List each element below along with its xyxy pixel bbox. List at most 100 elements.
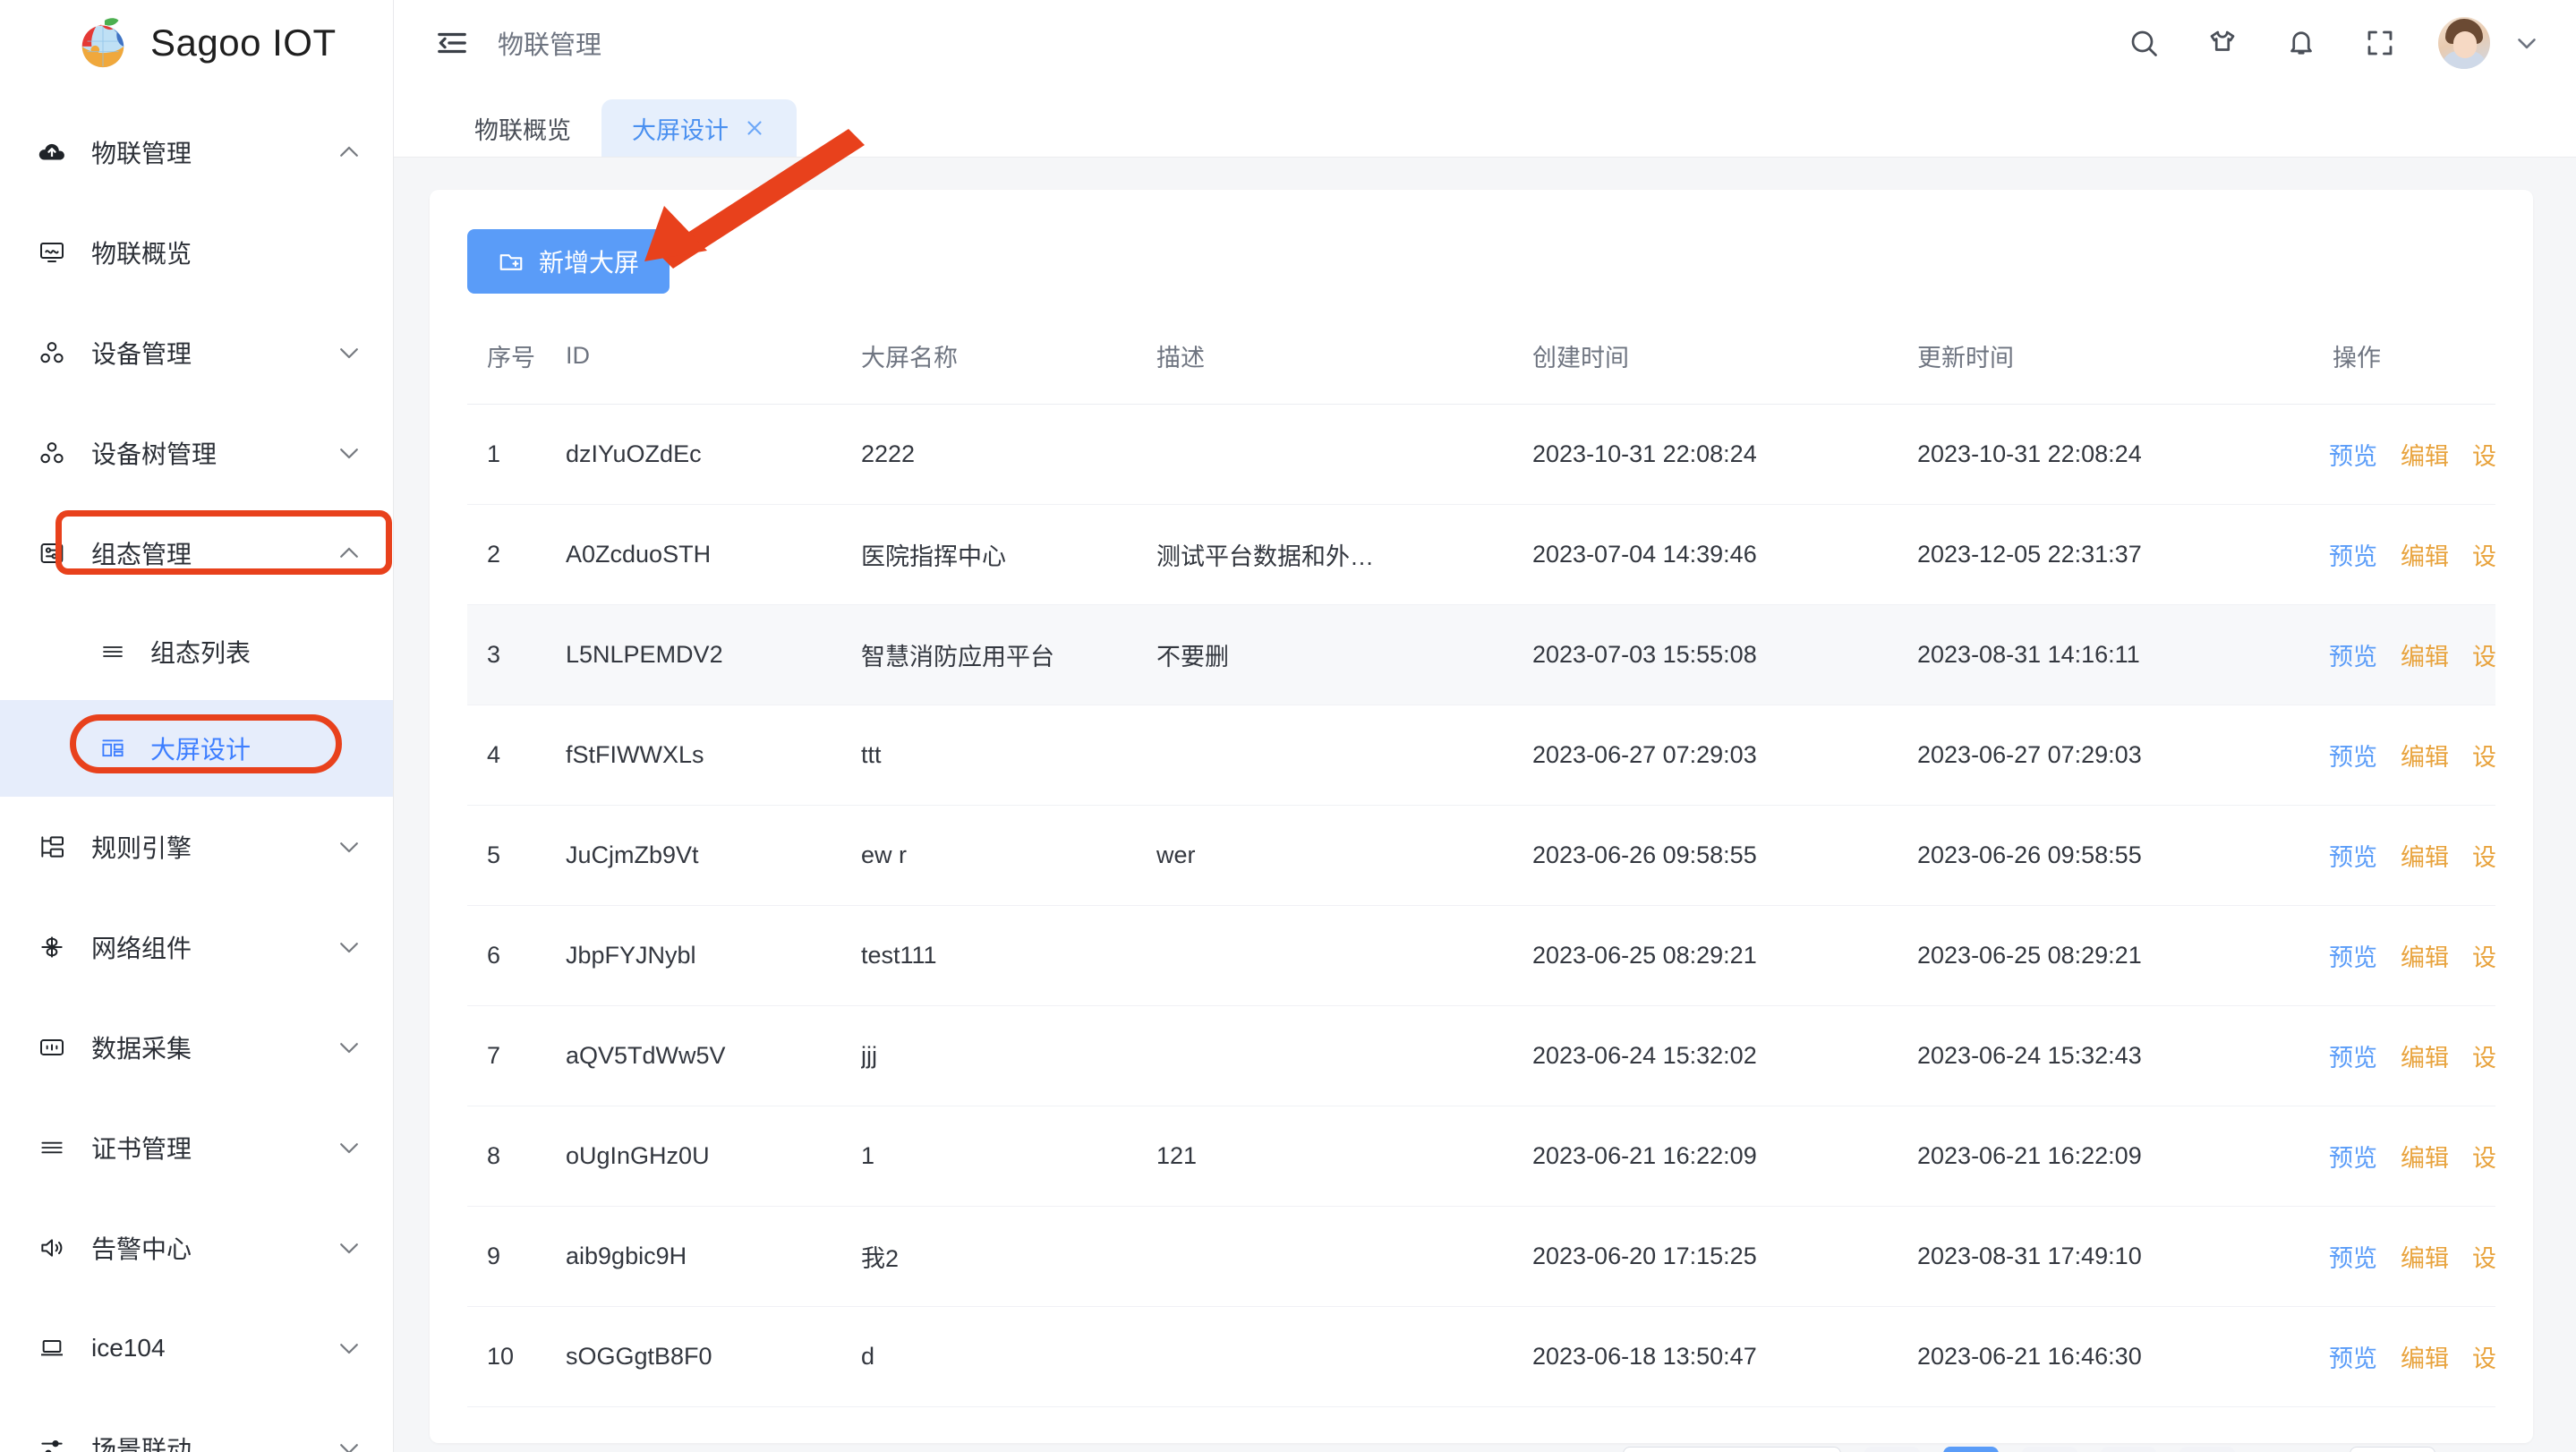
action-design-link[interactable]: 设计大屏 [2472,738,2495,773]
cell-id: fStFIWWXLs [566,705,861,806]
sidebar-item-rule-engine[interactable]: 规则引擎 [0,797,393,897]
action-preview-link[interactable]: 预览 [2329,938,2377,973]
bell-icon[interactable] [2281,22,2322,64]
action-design-link[interactable]: 设计大屏 [2472,1239,2495,1274]
pagination-page-2[interactable]: 2 [2022,1447,2077,1452]
page-title: 物联管理 [498,31,602,60]
action-edit-link[interactable]: 编辑 [2401,1038,2449,1073]
table-row[interactable]: 6 JbpFYJNybl test111 2023-06-25 08:29:21 202… [467,905,2495,1006]
menu-fold-icon[interactable] [431,22,473,64]
avatar[interactable] [2438,17,2490,69]
tab-bigscreen-design[interactable]: 大屏设计 [601,99,797,157]
fullscreen-icon[interactable] [2359,22,2401,64]
sidebar-item-device-tree-management[interactable]: 设备树管理 [0,403,393,503]
action-preview-link[interactable]: 预览 [2329,1339,2377,1374]
sidebar-item-scada-management[interactable]: 组态管理 [0,503,393,603]
action-edit-link[interactable]: 编辑 [2401,838,2449,873]
add-bigscreen-button[interactable]: 新增大屏 [467,229,670,294]
chevron-down-icon[interactable] [336,1435,363,1452]
table-row[interactable]: 10 sOGGgtB8F0 d 2023-06-18 13:50:47 2023-06-… [467,1306,2495,1407]
action-edit-link[interactable]: 编辑 [2401,1239,2449,1274]
cell-updated: 2023-08-31 17:49:10 [1917,1206,2329,1307]
action-edit-link[interactable]: 编辑 [2401,738,2449,773]
cell-name: 医院指挥中心 [861,504,1156,605]
chevron-down-icon[interactable] [336,1335,363,1362]
action-design-link[interactable]: 设计大屏 [2472,437,2495,472]
action-preview-link[interactable]: 预览 [2329,738,2377,773]
action-edit-link[interactable]: 编辑 [2401,537,2449,572]
action-preview-link[interactable]: 预览 [2329,1139,2377,1174]
sidebar-item-alarm-center[interactable]: 告警中心 [0,1198,393,1298]
action-edit-link[interactable]: 编辑 [2401,1139,2449,1174]
sidebar-item-bigscreen-design[interactable]: 大屏设计 [0,700,393,797]
action-edit-link[interactable]: 编辑 [2401,1339,2449,1374]
action-edit-link[interactable]: 编辑 [2401,437,2449,472]
action-design-link[interactable]: 设计大屏 [2472,1339,2495,1374]
action-design-link[interactable]: 设计大屏 [2472,838,2495,873]
sidebar-item-iot-overview[interactable]: 物联概览 [0,202,393,303]
sidebar-item-network-component[interactable]: 网络组件 [0,897,393,997]
cell-id: L5NLPEMDV2 [566,604,861,705]
cell-name: test111 [861,905,1156,1006]
table-row[interactable]: 7 aQV5TdWw5V jjj 2023-06-24 15:32:02 2023-06… [467,1005,2495,1106]
sidebar-item-scene-linkage[interactable]: 场景联动 [0,1398,393,1452]
table-row[interactable]: 4 fStFIWWXLs ttt 2023-06-27 07:29:03 2023-06… [467,705,2495,806]
table-row[interactable]: 9 aib9gbic9H 我2 2023-06-20 17:15:25 2023-08-… [467,1206,2495,1307]
table-row[interactable]: 8 oUgInGHz0U 1 121 2023-06-21 16:22:09 2023-0… [467,1106,2495,1207]
sidebar-item-data-collection[interactable]: 数据采集 [0,997,393,1098]
sidebar-item-device-management[interactable]: 设备管理 [0,303,393,403]
action-design-link[interactable]: 设计大屏 [2472,1038,2495,1073]
action-preview-link[interactable]: 预览 [2329,637,2377,672]
sidebar-group-iot-management[interactable]: 物联管理 [0,102,393,202]
action-design-link[interactable]: 设计大屏 [2472,1139,2495,1174]
chevron-down-icon[interactable] [336,833,363,860]
cell-updated: 2023-12-05 22:31:37 [1917,504,2329,605]
action-preview-link[interactable]: 预览 [2329,437,2377,472]
chevron-down-icon[interactable] [336,1234,363,1261]
chevron-down-icon[interactable] [2512,28,2542,58]
page-size-select[interactable]: 10条/页 [1623,1447,1841,1452]
chevron-down-icon[interactable] [336,440,363,466]
chevron-up-icon[interactable] [336,139,363,166]
pagination-prev-button[interactable] [1864,1447,1920,1452]
tab-iot-overview[interactable]: 物联概览 [444,99,601,157]
action-edit-link[interactable]: 编辑 [2401,938,2449,973]
brand[interactable]: Sagoo IOT [0,0,393,86]
table-row[interactable]: 1 dzIYuOZdEc 2222 2023-10-31 22:08:24 2023-1… [467,404,2495,505]
cell-actions: 预览编辑设计大屏删除 [2329,805,2495,906]
sidebar-item-label: 告警中心 [91,1235,192,1263]
chevron-down-icon[interactable] [336,1134,363,1161]
chevron-up-icon[interactable] [336,540,363,567]
pagination-page-3[interactable]: 3 [2101,1447,2156,1452]
cell-created: 2023-06-18 13:50:47 [1532,1306,1917,1407]
table-row[interactable]: 3 L5NLPEMDV2 智慧消防应用平台 不要删 2023-07-03 15:55:0… [467,604,2495,705]
app-root: Sagoo IOT 物联管理 物联概览 设备管理 设备树管理 组态管理 组态列表… [0,0,2576,1452]
chevron-down-icon[interactable] [336,934,363,961]
table-row[interactable]: 2 A0ZcduoSTH 医院指挥中心 测试平台数据和外… 2023-07-04 14:… [467,504,2495,605]
column-header-actions: 操作 [2329,338,2495,405]
pagination-goto-input[interactable] [2350,1447,2435,1452]
close-icon[interactable] [743,116,766,140]
action-design-link[interactable]: 设计大屏 [2472,637,2495,672]
table-row[interactable]: 5 JuCjmZb9Vt ew r wer 2023-06-26 09:58:55 202… [467,805,2495,906]
sidebar-item-certificate-management[interactable]: 证书管理 [0,1098,393,1198]
chevron-down-icon[interactable] [336,339,363,366]
pagination-next-button[interactable] [2179,1447,2235,1452]
action-design-link[interactable]: 设计大屏 [2472,938,2495,973]
sidebar-item-scada-list[interactable]: 组态列表 [0,603,393,700]
chevron-down-icon[interactable] [336,1034,363,1061]
action-edit-link[interactable]: 编辑 [2401,637,2449,672]
action-preview-link[interactable]: 预览 [2329,1038,2377,1073]
action-preview-link[interactable]: 预览 [2329,1239,2377,1274]
pagination-page-1[interactable]: 1 [1943,1447,1999,1452]
tshirt-theme-icon[interactable] [2202,22,2243,64]
sagoo-peach-logo-icon [75,15,131,71]
cell-desc [1156,1206,1532,1307]
action-preview-link[interactable]: 预览 [2329,838,2377,873]
cell-created: 2023-06-25 08:29:21 [1532,905,1917,1006]
search-icon[interactable] [2123,22,2164,64]
action-design-link[interactable]: 设计大屏 [2472,537,2495,572]
action-preview-link[interactable]: 预览 [2329,537,2377,572]
sidebar-item-ice104[interactable]: ice104 [0,1298,393,1398]
